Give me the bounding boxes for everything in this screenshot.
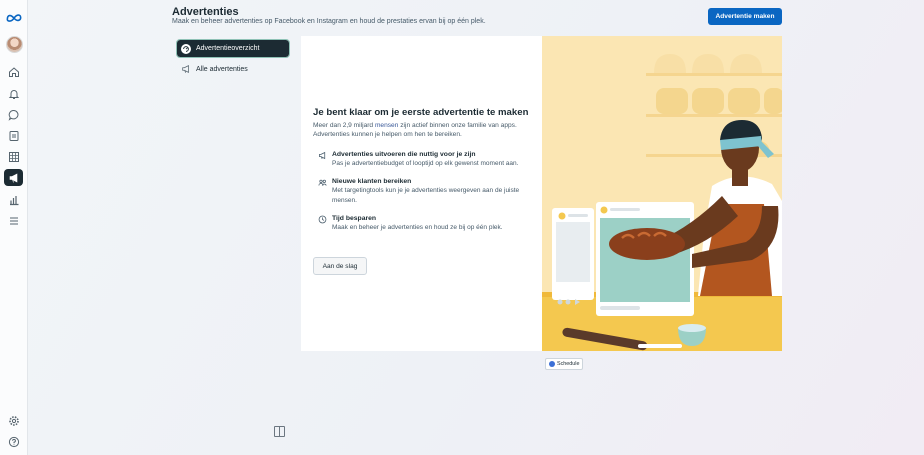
nav-item-ads-overview[interactable]: Advertentieoverzicht bbox=[176, 39, 290, 58]
feature-item: Tijd besparen Maak en beheer je adverten… bbox=[313, 215, 535, 232]
table-icon[interactable] bbox=[6, 149, 21, 164]
megaphone-icon bbox=[181, 64, 191, 74]
empty-state-text: Je bent klaar om je eerste advertentie t… bbox=[313, 107, 535, 232]
home-icon[interactable] bbox=[6, 64, 21, 79]
nav-item-label: Advertentieoverzicht bbox=[196, 45, 260, 52]
left-rail bbox=[0, 0, 28, 455]
overview-icon bbox=[181, 43, 191, 54]
feature-desc: Pas je advertentiebudget of looptijd op … bbox=[332, 159, 519, 167]
chat-icon[interactable] bbox=[6, 107, 21, 122]
feature-title: Tijd besparen bbox=[332, 215, 377, 223]
page-title: Advertenties bbox=[172, 6, 239, 18]
people-icon bbox=[318, 180, 327, 186]
avatar[interactable] bbox=[6, 36, 23, 53]
menu-icon[interactable] bbox=[6, 213, 21, 228]
page-subtitle: Maak en beheer advertenties op Facebook … bbox=[172, 18, 486, 25]
baker-illustration bbox=[542, 36, 782, 351]
create-ad-button[interactable]: Advertentie maken bbox=[708, 8, 782, 25]
feature-item: Nieuwe klanten bereiken Met targetingtoo… bbox=[313, 178, 535, 205]
schedule-icon bbox=[549, 361, 555, 367]
bell-icon[interactable] bbox=[6, 86, 21, 101]
get-started-button[interactable]: Aan de slag bbox=[313, 257, 367, 275]
megaphone-icon[interactable] bbox=[4, 169, 23, 186]
people-link[interactable]: mensen bbox=[375, 122, 398, 129]
megaphone-icon bbox=[319, 151, 326, 159]
empty-state-card: Je bent klaar om je eerste advertentie t… bbox=[301, 36, 782, 351]
settings-icon[interactable] bbox=[6, 413, 21, 428]
feature-desc: Met targetingtools kun je je advertentie… bbox=[332, 187, 520, 204]
help-icon[interactable] bbox=[6, 434, 21, 449]
empty-state-lead: Meer dan 2,9 miljard mensen zijn actief … bbox=[313, 121, 535, 140]
meta-logo-icon[interactable] bbox=[5, 10, 22, 25]
schedule-label: Schedule bbox=[557, 361, 580, 367]
panel-toggle-icon[interactable] bbox=[274, 426, 285, 437]
pages-icon[interactable] bbox=[6, 128, 21, 143]
lead-text: Meer dan 2,9 miljard bbox=[313, 122, 375, 129]
schedule-badge[interactable]: Schedule bbox=[545, 358, 584, 370]
nav-item-all-ads[interactable]: Alle advertenties bbox=[181, 63, 248, 75]
feature-title: Advertenties uitvoeren die nuttig voor j… bbox=[332, 150, 476, 158]
feature-title: Nieuwe klanten bereiken bbox=[332, 178, 412, 186]
nav-item-label: Alle advertenties bbox=[196, 65, 248, 73]
clock-icon bbox=[318, 215, 327, 224]
feature-desc: Maak en beheer je advertenties en houd z… bbox=[332, 224, 503, 232]
bar-chart-icon[interactable] bbox=[6, 192, 21, 207]
empty-state-headline: Je bent klaar om je eerste advertentie t… bbox=[313, 107, 529, 118]
feature-item: Advertenties uitvoeren die nuttig voor j… bbox=[313, 151, 535, 168]
